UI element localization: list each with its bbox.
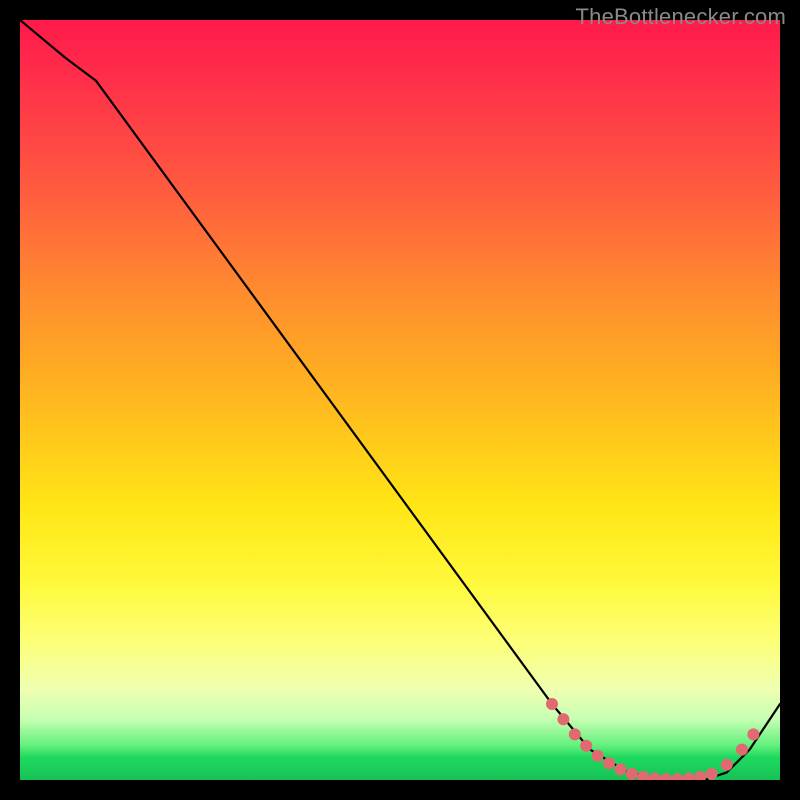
marker-dot	[603, 757, 615, 769]
marker-dot	[649, 773, 661, 781]
watermark-text: TheBottlenecker.com	[576, 4, 786, 30]
marker-dot	[721, 759, 733, 771]
chart-svg	[20, 20, 780, 780]
marker-dot	[671, 773, 683, 780]
marker-dot	[683, 773, 695, 781]
marker-dot	[614, 763, 626, 775]
plot-area	[20, 20, 780, 780]
marker-dot	[694, 771, 706, 780]
marker-dot	[660, 773, 672, 780]
marker-dot	[557, 713, 569, 725]
marker-dot	[626, 768, 638, 780]
marker-dot	[580, 740, 592, 752]
marker-dot	[747, 728, 759, 740]
curve-line	[20, 20, 780, 780]
marker-dot	[592, 750, 604, 762]
marker-group	[546, 698, 759, 780]
marker-dot	[736, 744, 748, 756]
marker-dot	[546, 698, 558, 710]
marker-dot	[637, 771, 649, 780]
marker-dot	[706, 768, 718, 780]
marker-dot	[569, 728, 581, 740]
chart-stage: TheBottlenecker.com	[0, 0, 800, 800]
